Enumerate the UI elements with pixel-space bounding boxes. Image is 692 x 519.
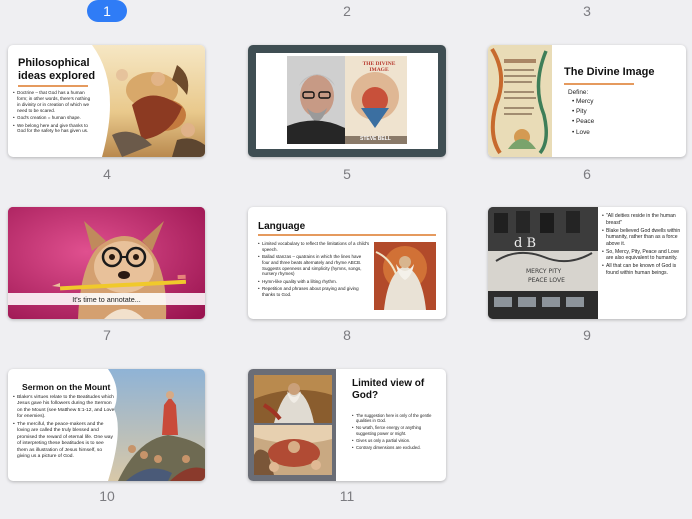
slide-bullet-list: "All deities reside in the human breast"… [602, 213, 682, 278]
book-author-text: STEVE BELL [360, 136, 391, 142]
bullet-item: So, Mercy, Pity, Peace and Love are also… [602, 249, 682, 262]
slide-number-1[interactable]: 1 [87, 0, 127, 22]
slide-number-3[interactable]: 3 [567, 3, 607, 19]
bullet-item: The merciful, the peace-makers and the l… [13, 422, 115, 460]
bullet-item: All that can be known of God is found wi… [602, 263, 682, 276]
god-painting-top-image [254, 375, 332, 423]
graffiti-wall-image: d B MERCY PITY PEACE LOVE [488, 207, 598, 319]
slide-thumbnail-11[interactable]: Limited view of God? The suggestion here… [248, 369, 446, 481]
title-underline [258, 234, 436, 236]
list-item: Love [572, 129, 594, 138]
slide-number-7[interactable]: 7 [87, 327, 127, 343]
svg-text:d B: d B [514, 236, 536, 251]
definition-list: Mercy Pity Peace Love [572, 98, 594, 139]
slide-thumbnail-4[interactable]: Philosophical ideas explored Doctrine – … [8, 45, 205, 157]
title-underline [18, 85, 88, 87]
list-item: Peace [572, 118, 594, 127]
slide-thumbnail-6[interactable]: The Divine Image Define: Mercy Pity Peac… [488, 45, 686, 157]
slide-thumbnail-9[interactable]: d B MERCY PITY PEACE LOVE "All deities r… [488, 207, 686, 319]
slide-number-8[interactable]: 8 [327, 327, 367, 343]
slide-number-10[interactable]: 10 [87, 488, 127, 504]
slide-number-4[interactable]: 4 [87, 166, 127, 182]
bullet-item: Ballad stanzas – quatrains in which the … [258, 254, 370, 277]
god-painting-bottom-image [254, 425, 332, 475]
bullet-item: No wrath, fierce energy or anything sugg… [352, 425, 442, 436]
bullet-item: We belong here and give thanks to God fo… [13, 123, 93, 135]
slide-caption: It's time to annotate... [72, 294, 141, 304]
bullet-item: "All deities reside in the human breast" [602, 213, 682, 226]
bullet-item: Limited vocabulary to reflect the limita… [258, 241, 370, 253]
slide-bullet-list: The suggestion here is only of the gentl… [352, 413, 442, 452]
slide-number-9[interactable]: 9 [567, 327, 607, 343]
slide-title: Sermon on the Mount [22, 382, 111, 392]
svg-text:PEACE LOVE: PEACE LOVE [528, 277, 565, 284]
slide-number-6[interactable]: 6 [567, 166, 607, 182]
illuminated-manuscript-image [488, 45, 552, 157]
title-underline [564, 83, 634, 85]
bullet-item: Doctrine – that God has a human form; in… [13, 90, 93, 114]
bullet-item: Contrary dimensions are excluded. [352, 445, 442, 451]
slide-number-5[interactable]: 5 [327, 166, 367, 182]
slide-canvas: THE DIVINE IMAGE STEVE BELL [256, 53, 438, 149]
slide-title: The Divine Image [564, 66, 655, 78]
slide-bullet-list: Doctrine – that God has a human form; in… [13, 90, 93, 136]
bullet-item: Blake believed God dwells within humanit… [602, 228, 682, 248]
slide-thumbnail-8[interactable]: Language Limited vocabulary to reflect t… [248, 207, 446, 319]
slide-bullet-list: Blake's virtues relate to the Beatitudes… [13, 395, 115, 462]
define-label: Define: [568, 89, 589, 96]
list-item: Pity [572, 108, 594, 117]
slide-thumbnail-7[interactable]: It's time to annotate... [8, 207, 205, 319]
slide-number-11[interactable]: 11 [327, 488, 367, 504]
bullet-item: Gives us only a partial vision. [352, 438, 442, 444]
slide-thumbnail-10[interactable]: Sermon on the Mount Blake's virtues rela… [8, 369, 205, 481]
bullet-item: Hymn-like quality with a lilting rhythm. [258, 279, 370, 285]
sermon-painting-image [108, 369, 205, 481]
slide-bullet-list: Limited vocabulary to reflect the limita… [258, 241, 370, 299]
slide-title: Philosophical ideas explored [18, 57, 96, 82]
baroque-painting-image [92, 45, 205, 157]
slide-thumbnail-5[interactable]: THE DIVINE IMAGE STEVE BELL [248, 45, 446, 157]
svg-text:MERCY PITY: MERCY PITY [526, 268, 562, 275]
bullet-item: Repetition and phrases about praying and… [258, 286, 370, 298]
list-item: Mercy [572, 98, 594, 107]
ancient-of-days-image [374, 242, 436, 310]
bullet-item: God's creation = human shape. [13, 115, 93, 121]
bullet-item: Blake's virtues relate to the Beatitudes… [13, 395, 115, 421]
slide-title: Limited view of God? [352, 378, 425, 401]
slide-title: Language [258, 221, 306, 232]
bullet-item: The suggestion here is only of the gentl… [352, 413, 442, 424]
book-title-text: THE DIVINE IMAGE [362, 61, 396, 73]
slide-number-2[interactable]: 2 [327, 3, 367, 19]
